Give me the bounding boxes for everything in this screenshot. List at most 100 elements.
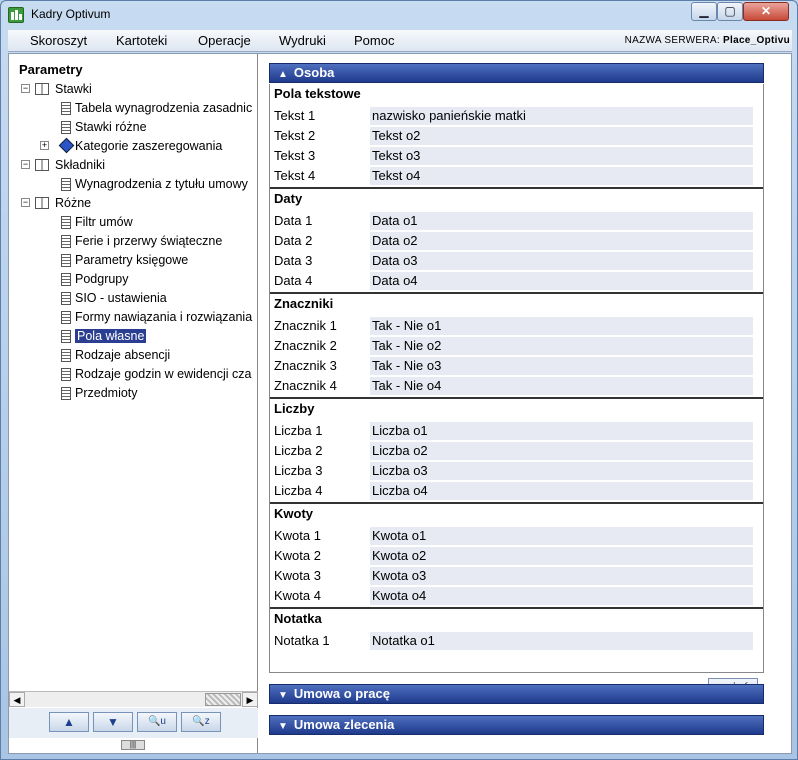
collapse-node-icon[interactable]: −: [21, 198, 30, 207]
field-value[interactable]: Liczba o3: [370, 462, 753, 480]
collapse-node-icon[interactable]: −: [21, 160, 30, 169]
field-value[interactable]: Data o1: [370, 212, 753, 230]
group-title: Notatka: [274, 611, 322, 626]
section-umowa-zlecenia-header[interactable]: ▼ Umowa zlecenia: [269, 715, 764, 735]
group-title: Daty: [274, 191, 303, 206]
tree-node[interactable]: Pola własne: [75, 327, 147, 345]
document-icon: [61, 292, 71, 305]
field-value[interactable]: Kwota o1: [370, 527, 753, 545]
tree-node[interactable]: Stawki różne: [75, 118, 147, 136]
tree-node[interactable]: Przedmioty: [75, 384, 138, 402]
tree-node[interactable]: Różne: [55, 194, 91, 212]
tree-node-label: Wynagrodzenia z tytułu umowy: [75, 177, 248, 191]
tree-node[interactable]: Kategorie zaszeregowania: [75, 137, 222, 155]
field-row: Data 4 Data o4: [270, 271, 763, 291]
group-divider: [270, 607, 763, 609]
field-value[interactable]: Tak - Nie o3: [370, 357, 753, 375]
field-value[interactable]: Tak - Nie o4: [370, 377, 753, 395]
tree-node[interactable]: Filtr umów: [75, 213, 133, 231]
field-value[interactable]: Kwota o2: [370, 547, 753, 565]
book-icon: [35, 159, 49, 171]
expand-node-icon[interactable]: +: [40, 141, 49, 150]
client-area: Parametry − Stawki Tabela wynagrodzenia za…: [8, 53, 792, 754]
tree-node-label: Formy nawiązania i rozwiązania: [75, 310, 253, 324]
menu-pomoc[interactable]: Pomoc: [354, 33, 394, 48]
search-z-button[interactable]: 🔍z: [181, 712, 221, 732]
field-label: Kwota 4: [274, 588, 321, 603]
close-button[interactable]: ✕: [743, 2, 789, 21]
field-value[interactable]: Liczba o1: [370, 422, 753, 440]
search-u-button[interactable]: 🔍u: [137, 712, 177, 732]
field-value[interactable]: Tekst o3: [370, 147, 753, 165]
field-row: Kwota 3 Kwota o3: [270, 566, 763, 586]
field-label: Notatka 1: [274, 633, 330, 648]
tree-node-label: Podgrupy: [75, 272, 129, 286]
section-umowa-o-prace-header[interactable]: ▼ Umowa o pracę: [269, 684, 764, 704]
tree-node[interactable]: Podgrupy: [75, 270, 129, 288]
field-value[interactable]: Tak - Nie o1: [370, 317, 753, 335]
menu-skoroszyt[interactable]: Skoroszyt: [30, 33, 87, 48]
field-value[interactable]: Tekst o2: [370, 127, 753, 145]
menu-kartoteki[interactable]: Kartoteki: [116, 33, 167, 48]
size-grip-icon[interactable]: |||: [121, 740, 145, 750]
tree-node[interactable]: Parametry księgowe: [75, 251, 188, 269]
menu-wydruki[interactable]: Wydruki: [279, 33, 326, 48]
tree-node[interactable]: SIO - ustawienia: [75, 289, 167, 307]
tree-node-label: Przedmioty: [75, 386, 138, 400]
document-icon: [61, 216, 71, 229]
field-label: Data 2: [274, 233, 313, 248]
document-icon: [61, 178, 71, 191]
field-value[interactable]: Liczba o4: [370, 482, 753, 500]
field-label: Liczba 2: [274, 443, 323, 458]
field-value[interactable]: Data o3: [370, 252, 753, 270]
field-row: Liczba 2 Liczba o2: [270, 441, 763, 461]
category-icon: [58, 137, 75, 154]
field-row: Kwota 2 Kwota o2: [270, 546, 763, 566]
collapse-icon: ▲: [278, 69, 288, 80]
field-value[interactable]: Data o2: [370, 232, 753, 250]
scroll-left-icon[interactable]: ◀: [9, 692, 25, 707]
field-value[interactable]: Kwota o4: [370, 587, 753, 605]
scroll-right-icon[interactable]: ▶: [242, 692, 258, 707]
tree-node[interactable]: Stawki: [55, 80, 92, 98]
server-name: NAZWA SERWERA: Place_Optivu: [625, 35, 790, 46]
field-value[interactable]: Data o4: [370, 272, 753, 290]
field-label: Tekst 1: [274, 108, 316, 123]
field-value[interactable]: nazwisko panieńskie matki: [370, 107, 753, 125]
tree-node[interactable]: Rodzaje godzin w ewidencji cza: [75, 365, 251, 383]
minimize-button[interactable]: ▁: [691, 2, 717, 21]
section-osoba-header[interactable]: ▲ Osoba: [269, 63, 764, 83]
move-down-button[interactable]: ▼: [93, 712, 133, 732]
move-up-button[interactable]: ▲: [49, 712, 89, 732]
field-value[interactable]: Tak - Nie o2: [370, 337, 753, 355]
field-value[interactable]: Kwota o3: [370, 567, 753, 585]
group-title: Pola tekstowe: [274, 86, 361, 101]
collapse-node-icon[interactable]: −: [21, 84, 30, 93]
field-row: Notatka 1 Notatka o1: [270, 631, 763, 651]
tree-node[interactable]: Formy nawiązania i rozwiązania: [75, 308, 252, 326]
horizontal-scrollbar[interactable]: ◀ ▶: [9, 691, 258, 707]
field-label: Tekst 3: [274, 148, 316, 163]
group-title: Liczby: [274, 401, 315, 416]
field-value[interactable]: Notatka o1: [370, 632, 753, 650]
scroll-thumb[interactable]: [205, 693, 241, 706]
field-label: Kwota 3: [274, 568, 321, 583]
title-bar[interactable]: Kadry Optivum ▁ ▢ ✕: [1, 1, 797, 29]
tree-node[interactable]: Ferie i przerwy świąteczne: [75, 232, 222, 250]
menu-operacje[interactable]: Operacje: [198, 33, 251, 48]
expand-icon: ▼: [278, 721, 288, 732]
tree-node[interactable]: Rodzaje absencji: [75, 346, 170, 364]
field-row: Znacznik 3 Tak - Nie o3: [270, 356, 763, 376]
section-umowa-zlecenia-title: Umowa zlecenia: [293, 717, 395, 732]
tree-node[interactable]: Składniki: [55, 156, 105, 174]
field-row: Liczba 4 Liczba o4: [270, 481, 763, 501]
parameter-tree[interactable]: Parametry − Stawki Tabela wynagrodzenia za…: [9, 54, 258, 690]
left-panel: Parametry − Stawki Tabela wynagrodzenia za…: [9, 54, 258, 753]
tree-node-label: SIO - ustawienia: [75, 291, 167, 305]
maximize-button[interactable]: ▢: [717, 2, 743, 21]
field-value[interactable]: Liczba o2: [370, 442, 753, 460]
tree-node-label: Rodzaje absencji: [75, 348, 171, 362]
tree-node[interactable]: Tabela wynagrodzenia zasadnic: [75, 99, 252, 117]
field-value[interactable]: Tekst o4: [370, 167, 753, 185]
tree-node[interactable]: Wynagrodzenia z tytułu umowy: [75, 175, 248, 193]
